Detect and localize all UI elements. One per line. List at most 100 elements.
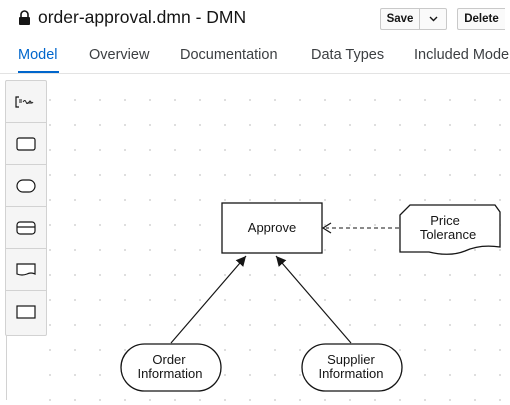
grid-dot	[124, 149, 126, 151]
grid-dot	[74, 349, 76, 351]
grid-dot	[499, 349, 501, 351]
grid-dot	[99, 399, 101, 401]
grid-dot	[324, 249, 326, 251]
grid-dot	[299, 199, 301, 201]
grid-dot	[224, 399, 226, 401]
grid-dot	[474, 199, 476, 201]
input-data-node-order-information[interactable]: Order Information	[120, 343, 222, 392]
knowledge-source-label-line1: Price	[430, 213, 460, 228]
grid-dot	[249, 299, 251, 301]
palette-decision[interactable]	[6, 123, 46, 165]
grid-dot	[49, 324, 51, 326]
grid-dot	[299, 349, 301, 351]
decision-node-approve[interactable]: Approve	[221, 202, 323, 254]
grid-dot	[324, 299, 326, 301]
grid-dot	[449, 174, 451, 176]
knowledge-source-node-price-tolerance[interactable]: Price Tolerance	[399, 204, 501, 255]
grid-dot	[49, 374, 51, 376]
grid-dot	[174, 249, 176, 251]
grid-dot	[149, 99, 151, 101]
grid-dot	[174, 324, 176, 326]
grid-dot	[374, 324, 376, 326]
grid-dot	[99, 99, 101, 101]
grid-dot	[174, 224, 176, 226]
grid-dot	[199, 324, 201, 326]
grid-dot	[99, 124, 101, 126]
grid-dot	[49, 274, 51, 276]
grid-dot	[149, 174, 151, 176]
grid-dot	[299, 124, 301, 126]
grid-dot	[449, 149, 451, 151]
grid-dot	[224, 324, 226, 326]
grid-dot	[399, 349, 401, 351]
grid-dot	[49, 149, 51, 151]
grid-dot	[349, 399, 351, 401]
grid-dot	[99, 349, 101, 351]
palette-business-knowledge-model[interactable]	[6, 207, 46, 249]
grid-dot	[249, 349, 251, 351]
dmn-diagram: Approve Price Tolerance Order Informatio…	[49, 99, 501, 401]
grid-dot	[399, 99, 401, 101]
grid-dot	[299, 399, 301, 401]
grid-dot	[374, 124, 376, 126]
grid-dot	[99, 174, 101, 176]
grid-dot	[349, 199, 351, 201]
grid-dot	[174, 99, 176, 101]
grid-dot	[424, 399, 426, 401]
grid-dot	[499, 374, 501, 376]
grid-dot	[224, 174, 226, 176]
grid-dot	[324, 324, 326, 326]
palette-text-annotation[interactable]	[6, 81, 46, 123]
grid-dot	[224, 274, 226, 276]
grid-dot	[199, 199, 201, 201]
grid-dot	[324, 274, 326, 276]
grid-dot	[474, 99, 476, 101]
grid-dot	[474, 374, 476, 376]
grid-dot	[474, 174, 476, 176]
grid-dot	[449, 399, 451, 401]
palette-input-data[interactable]	[6, 165, 46, 207]
grid-dot	[174, 174, 176, 176]
grid-dot	[374, 99, 376, 101]
grid-dot	[49, 99, 51, 101]
input-data-node-supplier-information[interactable]: Supplier Information	[301, 343, 403, 392]
grid-dot	[374, 174, 376, 176]
grid-dot	[49, 199, 51, 201]
grid-dot	[349, 224, 351, 226]
grid-dot	[99, 299, 101, 301]
grid-dot	[249, 174, 251, 176]
grid-dot	[274, 374, 276, 376]
input-order-label-line2: Information	[137, 366, 202, 381]
palette-knowledge-source[interactable]	[6, 249, 46, 291]
grid-dot	[99, 224, 101, 226]
grid-dot	[274, 349, 276, 351]
grid-dot	[499, 149, 501, 151]
grid-dot	[274, 399, 276, 401]
information-requirement-order[interactable]	[170, 255, 247, 344]
grid-dot	[499, 324, 501, 326]
grid-dot	[149, 249, 151, 251]
grid-dot	[424, 299, 426, 301]
palette-decision-service[interactable]	[6, 291, 46, 333]
grid-dot	[474, 349, 476, 351]
grid-dot	[174, 399, 176, 401]
grid-dot	[399, 399, 401, 401]
grid-dot	[399, 174, 401, 176]
information-requirement-supplier[interactable]	[275, 255, 352, 344]
grid-dot	[449, 349, 451, 351]
grid-dot	[249, 199, 251, 201]
grid-dot	[324, 224, 326, 226]
grid-dot	[124, 174, 126, 176]
grid-dot	[374, 274, 376, 276]
grid-dot	[299, 99, 301, 101]
knowledge-source-icon	[16, 262, 36, 276]
grid-dot	[124, 249, 126, 251]
grid-dot	[224, 99, 226, 101]
grid-dot	[399, 124, 401, 126]
grid-dot	[274, 299, 276, 301]
grid-dot	[449, 324, 451, 326]
grid-dot	[349, 274, 351, 276]
grid-dot	[349, 324, 351, 326]
grid-dot	[224, 199, 226, 201]
grid-dot	[124, 124, 126, 126]
